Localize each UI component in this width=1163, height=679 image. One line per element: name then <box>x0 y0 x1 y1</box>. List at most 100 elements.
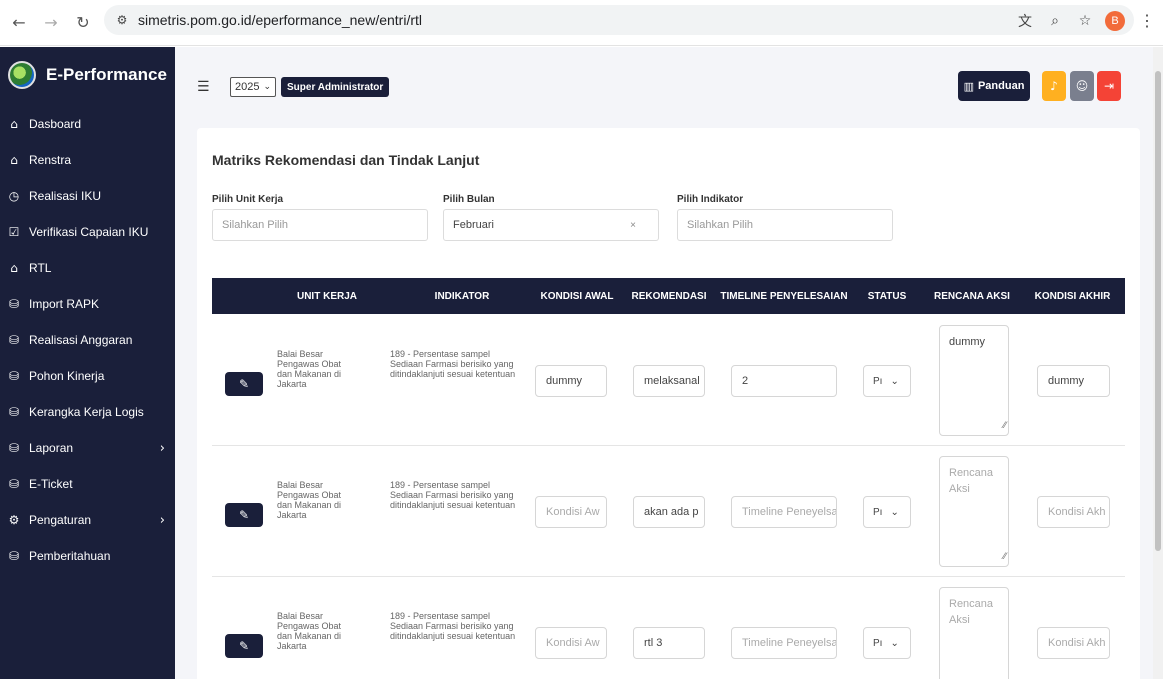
kondisi-akhir-input[interactable]: dummy <box>1037 365 1110 397</box>
bulan-select[interactable]: Februari × <box>443 209 659 241</box>
database-icon: ⛁ <box>8 549 20 563</box>
history-icon: ◷ <box>8 189 20 203</box>
timeline-input[interactable]: 2 <box>731 365 837 397</box>
chevron-down-icon: ⌄ <box>890 637 899 649</box>
panduan-label: Panduan <box>977 80 1025 92</box>
brand-name: E-Performance <box>46 65 167 84</box>
sidebar: E-Performance ⌂ Dasboard ⌂ Renstra ◷ Realis… <box>0 47 175 679</box>
sidebar-item-rtl[interactable]: ⌂ RTL <box>0 250 175 286</box>
indikator-label: Pilih Indikator <box>677 194 744 205</box>
sidebar-item-label: Realisasi IKU <box>29 189 102 203</box>
clear-icon[interactable]: × <box>630 220 636 231</box>
translate-icon[interactable]: 文 <box>1015 11 1035 31</box>
th-indikator: INDIKATOR <box>434 290 490 302</box>
resize-handle-icon[interactable]: ⁄⁄ <box>1003 549 1006 565</box>
brand[interactable]: E-Performance <box>0 47 175 103</box>
pencil-icon: ✎ <box>238 377 250 391</box>
book-icon: ▥ <box>963 79 974 93</box>
page-scrollbar[interactable] <box>1153 47 1163 679</box>
th-unit-kerja: UNIT KERJA <box>296 290 357 302</box>
kondisi-akhir-input[interactable]: Kondisi Akh <box>1037 496 1110 528</box>
reload-icon[interactable]: ↻ <box>72 12 94 34</box>
chevron-down-icon: ⌄ <box>890 375 899 387</box>
sidebar-item-pengaturan[interactable]: ⚙ Pengaturan › <box>0 502 175 538</box>
rekomendasi-input[interactable]: rtl 3 <box>633 627 705 659</box>
sidebar-item-label: Realisasi Anggaran <box>29 333 133 347</box>
indikator-select[interactable]: Silahkan Pilih <box>677 209 893 241</box>
sidebar-item-renstra[interactable]: ⌂ Renstra <box>0 142 175 178</box>
status-select[interactable]: Pı ⌄ <box>863 365 911 397</box>
user-button[interactable]: ☺ <box>1070 71 1094 101</box>
forward-arrow-icon[interactable]: → <box>40 12 62 34</box>
url-text[interactable]: simetris.pom.go.id/eperformance_new/entr… <box>138 12 422 28</box>
unit-kerja-placeholder: Silahkan Pilih <box>222 219 289 231</box>
back-arrow-icon[interactable]: ← <box>8 12 30 34</box>
kondisi-akhir-input[interactable]: Kondisi Akh <box>1037 627 1110 659</box>
sidebar-item-e-ticket[interactable]: ⛁ E-Ticket <box>0 466 175 502</box>
sidebar-item-label: Import RAPK <box>29 297 100 311</box>
rencana-aksi-placeholder: Rencana Aksi <box>949 467 994 495</box>
edit-button[interactable]: ✎ <box>225 503 263 527</box>
sidebar-item-kerangka[interactable]: ⛁ Kerangka Kerja Logis <box>0 394 175 430</box>
database-icon: ⛁ <box>8 369 20 383</box>
rekomendasi-input[interactable]: melaksanal <box>633 365 705 397</box>
zoom-icon[interactable]: ⌕ <box>1045 11 1065 31</box>
indikator-cell: 189 - Persentase sampel Sediaan Farmasi … <box>390 349 516 379</box>
resize-handle-icon[interactable]: ⁄⁄ <box>1003 418 1006 434</box>
home-icon: ⌂ <box>10 261 18 275</box>
browser-menu-icon[interactable]: ⋮ <box>1139 11 1155 31</box>
database-icon: ⛁ <box>8 405 20 419</box>
edit-button[interactable]: ✎ <box>225 634 263 658</box>
kondisi-awal-input[interactable]: Kondisi Aw <box>535 627 607 659</box>
scrollbar-thumb[interactable] <box>1155 71 1161 551</box>
sidebar-item-realisasi-iku[interactable]: ◷ Realisasi IKU <box>0 178 175 214</box>
sidebar-item-label: Pengaturan <box>29 513 92 527</box>
sidebar-item-laporan[interactable]: ⛁ Laporan › <box>0 430 175 466</box>
sidebar-item-pemberitahuan[interactable]: ⛁ Pemberitahuan <box>0 538 175 574</box>
logout-button[interactable]: ⇥ <box>1097 71 1121 101</box>
notification-bell-button[interactable]: ♪ <box>1042 71 1066 101</box>
rencana-aksi-textarea[interactable]: dummy ⁄⁄ <box>939 325 1009 436</box>
sidebar-item-label: Pemberitahuan <box>29 549 111 563</box>
year-value: 2025 <box>235 81 260 93</box>
status-select[interactable]: Pı ⌄ <box>863 627 911 659</box>
unit-kerja-label: Pilih Unit Kerja <box>212 194 284 205</box>
sidebar-item-verifikasi[interactable]: ☑ Verifikasi Capaian IKU <box>0 214 175 250</box>
chevron-right-icon: › <box>159 512 165 528</box>
sidebar-item-import-rapk[interactable]: ⛁ Import RAPK <box>0 286 175 322</box>
timeline-input[interactable]: Timeline Peneyelsa <box>731 627 837 659</box>
bell-icon: ♪ <box>1050 79 1058 93</box>
th-timeline: TIMELINE PENYELESAIAN <box>720 290 848 302</box>
status-select[interactable]: Pı ⌄ <box>863 496 911 528</box>
browser-toolbar: ← → ↻ ⚙ simetris.pom.go.id/eperformance_… <box>0 0 1163 46</box>
year-select[interactable]: 2025 ⌄ <box>230 77 276 97</box>
kondisi-awal-input[interactable]: dummy <box>535 365 607 397</box>
sidebar-item-dasboard[interactable]: ⌂ Dasboard <box>0 106 175 142</box>
kondisi-awal-input[interactable]: Kondisi Aw <box>535 496 607 528</box>
bookmark-star-icon[interactable]: ☆ <box>1075 11 1095 31</box>
site-info-icon[interactable]: ⚙ <box>114 12 130 28</box>
sidebar-item-label: E-Ticket <box>29 477 73 491</box>
rekomendasi-input[interactable]: akan ada p <box>633 496 705 528</box>
rencana-aksi-textarea[interactable]: Rencana Aksi⁄⁄ <box>939 587 1009 679</box>
hamburger-icon[interactable]: ☰ <box>197 79 210 95</box>
edit-button[interactable]: ✎ <box>225 372 263 396</box>
address-bar[interactable]: ⚙ simetris.pom.go.id/eperformance_new/en… <box>104 5 1134 35</box>
timeline-input[interactable]: Timeline Peneyelsa <box>731 496 837 528</box>
unit-kerja-select[interactable]: Silahkan Pilih <box>212 209 428 241</box>
sidebar-item-pohon-kinerja[interactable]: ⛁ Pohon Kinerja <box>0 358 175 394</box>
unit-kerja-cell: Balai Besar Pengawas Obat dan Makanan di… <box>277 611 342 651</box>
th-kondisi-awal: KONDISI AWAL <box>540 290 614 302</box>
bulan-label: Pilih Bulan <box>443 194 495 205</box>
sidebar-item-realisasi-anggaran[interactable]: ⛁ Realisasi Anggaran <box>0 322 175 358</box>
page-title: Matriks Rekomendasi dan Tindak Lanjut <box>212 152 480 168</box>
sidebar-item-label: Kerangka Kerja Logis <box>29 405 144 419</box>
rtl-card: Matriks Rekomendasi dan Tindak Lanjut Pi… <box>197 128 1140 679</box>
profile-avatar[interactable]: B <box>1105 11 1125 31</box>
rencana-aksi-textarea[interactable]: Rencana Aksi ⁄⁄ <box>939 456 1009 567</box>
chevron-down-icon: ⌄ <box>263 82 272 92</box>
rencana-aksi-placeholder: Rencana Aksi <box>949 598 994 626</box>
panduan-button[interactable]: ▥ Panduan <box>958 71 1030 101</box>
th-status: STATUS <box>867 290 907 302</box>
database-icon: ⛁ <box>8 441 20 455</box>
